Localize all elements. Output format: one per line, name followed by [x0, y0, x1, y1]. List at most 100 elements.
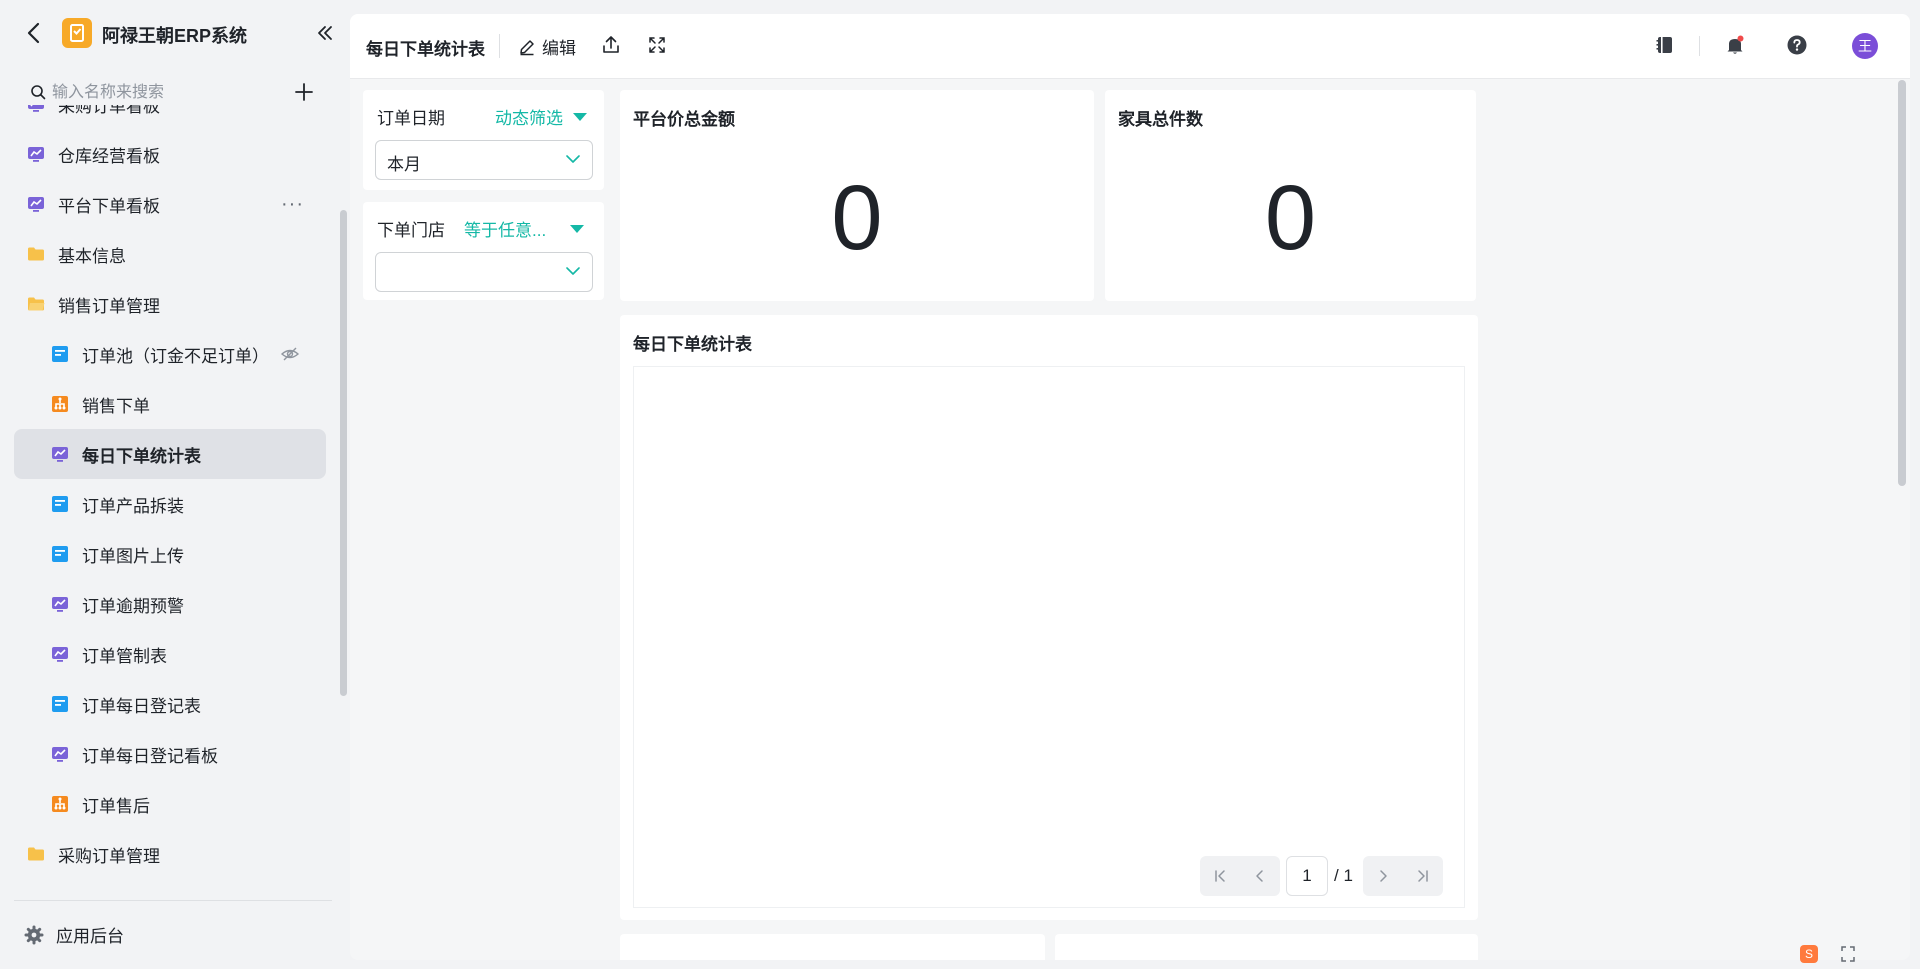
first-page-icon[interactable]	[1200, 856, 1240, 896]
page-total: / 1	[1334, 866, 1353, 885]
app-admin-link[interactable]: 应用后台	[24, 922, 124, 947]
sidebar-item-after-sales[interactable]: 订单售后	[14, 779, 326, 829]
expand-icon[interactable]	[1840, 945, 1856, 963]
sidebar-item-label: 订单售后	[82, 796, 150, 816]
pagination: 1 / 1	[1200, 855, 1443, 897]
pager-next-group	[1362, 856, 1443, 896]
main-scrollbar[interactable]	[1898, 80, 1906, 486]
dashboard-icon	[50, 594, 70, 614]
user-avatar[interactable]: 王	[1852, 33, 1878, 59]
sidebar-item-order-disassembly[interactable]: 订单产品拆装	[14, 479, 326, 529]
search-icon	[31, 85, 46, 100]
filter-label: 下单门店	[377, 221, 445, 240]
caret-down-icon	[570, 224, 585, 233]
sidebar-nav: 采购订单看板 仓库经营看板 平台下单看板 ··· 基本信息 销售订单管理 订单池…	[14, 105, 326, 890]
sidebar-item-warehouse-dashboard[interactable]: 仓库经营看板	[14, 129, 326, 179]
sidebar-item-label: 销售下单	[82, 396, 150, 416]
share-icon[interactable]	[600, 34, 622, 61]
sidebar-item-order-overdue-alert[interactable]: 订单逾期预警	[14, 579, 326, 629]
sidebar-divider	[14, 900, 332, 901]
fullscreen-icon[interactable]	[646, 34, 668, 61]
kpi-card-furniture-count: 家具总件数 0	[1105, 90, 1476, 301]
more-options-icon[interactable]: ···	[281, 193, 304, 216]
sidebar-search	[26, 78, 276, 106]
form-icon	[50, 494, 70, 514]
sidebar-item-purchase-dashboard[interactable]: 采购订单看板	[14, 105, 326, 129]
app-logo-icon	[62, 18, 92, 48]
order-store-select[interactable]	[375, 252, 593, 292]
folder-open-icon	[26, 294, 46, 314]
notification-bell-icon[interactable]	[1724, 34, 1746, 61]
sidebar-item-label: 基本信息	[58, 246, 126, 266]
sidebar-item-purchase-order-mgmt[interactable]: 采购订单管理	[14, 829, 326, 879]
filter-order-date: 订单日期 动态筛选 本月	[363, 90, 604, 190]
sidebar-item-label: 采购订单管理	[58, 846, 160, 866]
sidebar-item-sales-order-mgmt[interactable]: 销售订单管理	[14, 279, 326, 329]
page-number-input[interactable]: 1	[1286, 856, 1328, 896]
sidebar-item-platform-dashboard[interactable]: 平台下单看板 ···	[14, 179, 326, 229]
order-date-select[interactable]: 本月	[375, 140, 593, 180]
back-arrow-icon[interactable]	[24, 20, 44, 46]
process-icon	[50, 794, 70, 814]
sidebar-item-label: 订单池（订金不足订单）	[82, 346, 269, 366]
dashboard-icon	[50, 744, 70, 764]
sidebar-item-basic-info[interactable]: 基本信息	[14, 229, 326, 279]
sidebar-item-label: 仓库经营看板	[58, 146, 160, 166]
pencil-icon	[520, 39, 534, 55]
prev-page-icon[interactable]	[1240, 856, 1280, 896]
form-icon	[50, 694, 70, 714]
sidebar: 阿禄王朝ERP系统 采购订单看板 仓库经营看板 平台下单看板 ···	[0, 0, 350, 969]
help-icon[interactable]	[1786, 34, 1808, 61]
app-admin-label: 应用后台	[56, 927, 124, 946]
ranking-card-left	[620, 934, 1045, 960]
folder-icon	[26, 844, 46, 864]
add-icon[interactable]	[292, 80, 316, 104]
sidebar-item-label: 销售订单管理	[58, 296, 160, 316]
filter-mode-label: 等于任意...	[464, 221, 547, 240]
sidebar-item-order-control[interactable]: 订单管制表	[14, 629, 326, 679]
filter-mode-dropdown[interactable]: 等于任意...	[464, 216, 585, 241]
next-page-icon[interactable]	[1363, 856, 1403, 896]
chevron-down-icon	[566, 155, 580, 163]
sidebar-item-label: 平台下单看板	[58, 196, 160, 216]
sidebar-item-daily-registration[interactable]: 订单每日登记表	[14, 679, 326, 729]
caret-down-icon	[573, 112, 587, 121]
dashboard-icon	[26, 105, 46, 114]
form-icon	[50, 544, 70, 564]
sidebar-header: 阿禄王朝ERP系统	[0, 0, 350, 68]
sidebar-scrollbar[interactable]	[340, 210, 347, 696]
filter-mode-label: 动态筛选	[495, 109, 563, 128]
top-toolbar: 每日下单统计表 编辑 王	[350, 14, 1910, 79]
sidebar-item-order-image-upload[interactable]: 订单图片上传	[14, 529, 326, 579]
ranking-card-right	[1055, 934, 1478, 960]
form-icon	[50, 344, 70, 364]
dashboard-icon	[50, 644, 70, 664]
sidebar-item-label: 订单每日登记表	[82, 696, 201, 716]
kpi-title: 家具总件数	[1118, 110, 1203, 129]
filter-mode-dropdown[interactable]: 动态筛选	[495, 104, 587, 129]
sidebar-item-sales-order[interactable]: 销售下单	[14, 379, 326, 429]
folder-icon	[26, 244, 46, 264]
collapse-sidebar-icon[interactable]	[314, 22, 336, 44]
edit-label: 编辑	[542, 39, 576, 58]
sidebar-item-daily-registration-dashboard[interactable]: 订单每日登记看板	[14, 729, 326, 779]
sidebar-item-order-pool[interactable]: 订单池（订金不足订单）	[14, 329, 326, 379]
chevron-down-icon	[566, 267, 580, 275]
sidebar-item-daily-order-stats[interactable]: 每日下单统计表	[14, 429, 326, 479]
sidebar-item-label: 订单逾期预警	[82, 596, 184, 616]
daily-order-table-card: 每日下单统计表 1 / 1	[620, 315, 1478, 920]
dashboard-icon	[26, 144, 46, 164]
edit-button[interactable]: 编辑	[518, 34, 576, 59]
sidebar-item-label: 采购订单看板	[58, 105, 160, 116]
sidebar-item-label: 订单产品拆装	[82, 496, 184, 516]
table-title: 每日下单统计表	[633, 335, 752, 354]
sidebar-item-label: 订单管制表	[82, 646, 167, 666]
main-content: 每日下单统计表 编辑 王 订单日期 动态筛选 本月 下单门店 等于任意... 平…	[350, 14, 1910, 960]
last-page-icon[interactable]	[1403, 856, 1443, 896]
s-logo-icon[interactable]: S	[1800, 945, 1818, 963]
notebook-icon[interactable]	[1654, 34, 1676, 61]
dashboard-icon	[50, 444, 70, 464]
toolbar-divider	[499, 34, 500, 58]
search-input[interactable]	[50, 80, 274, 106]
kpi-title: 平台价总金额	[633, 110, 735, 129]
